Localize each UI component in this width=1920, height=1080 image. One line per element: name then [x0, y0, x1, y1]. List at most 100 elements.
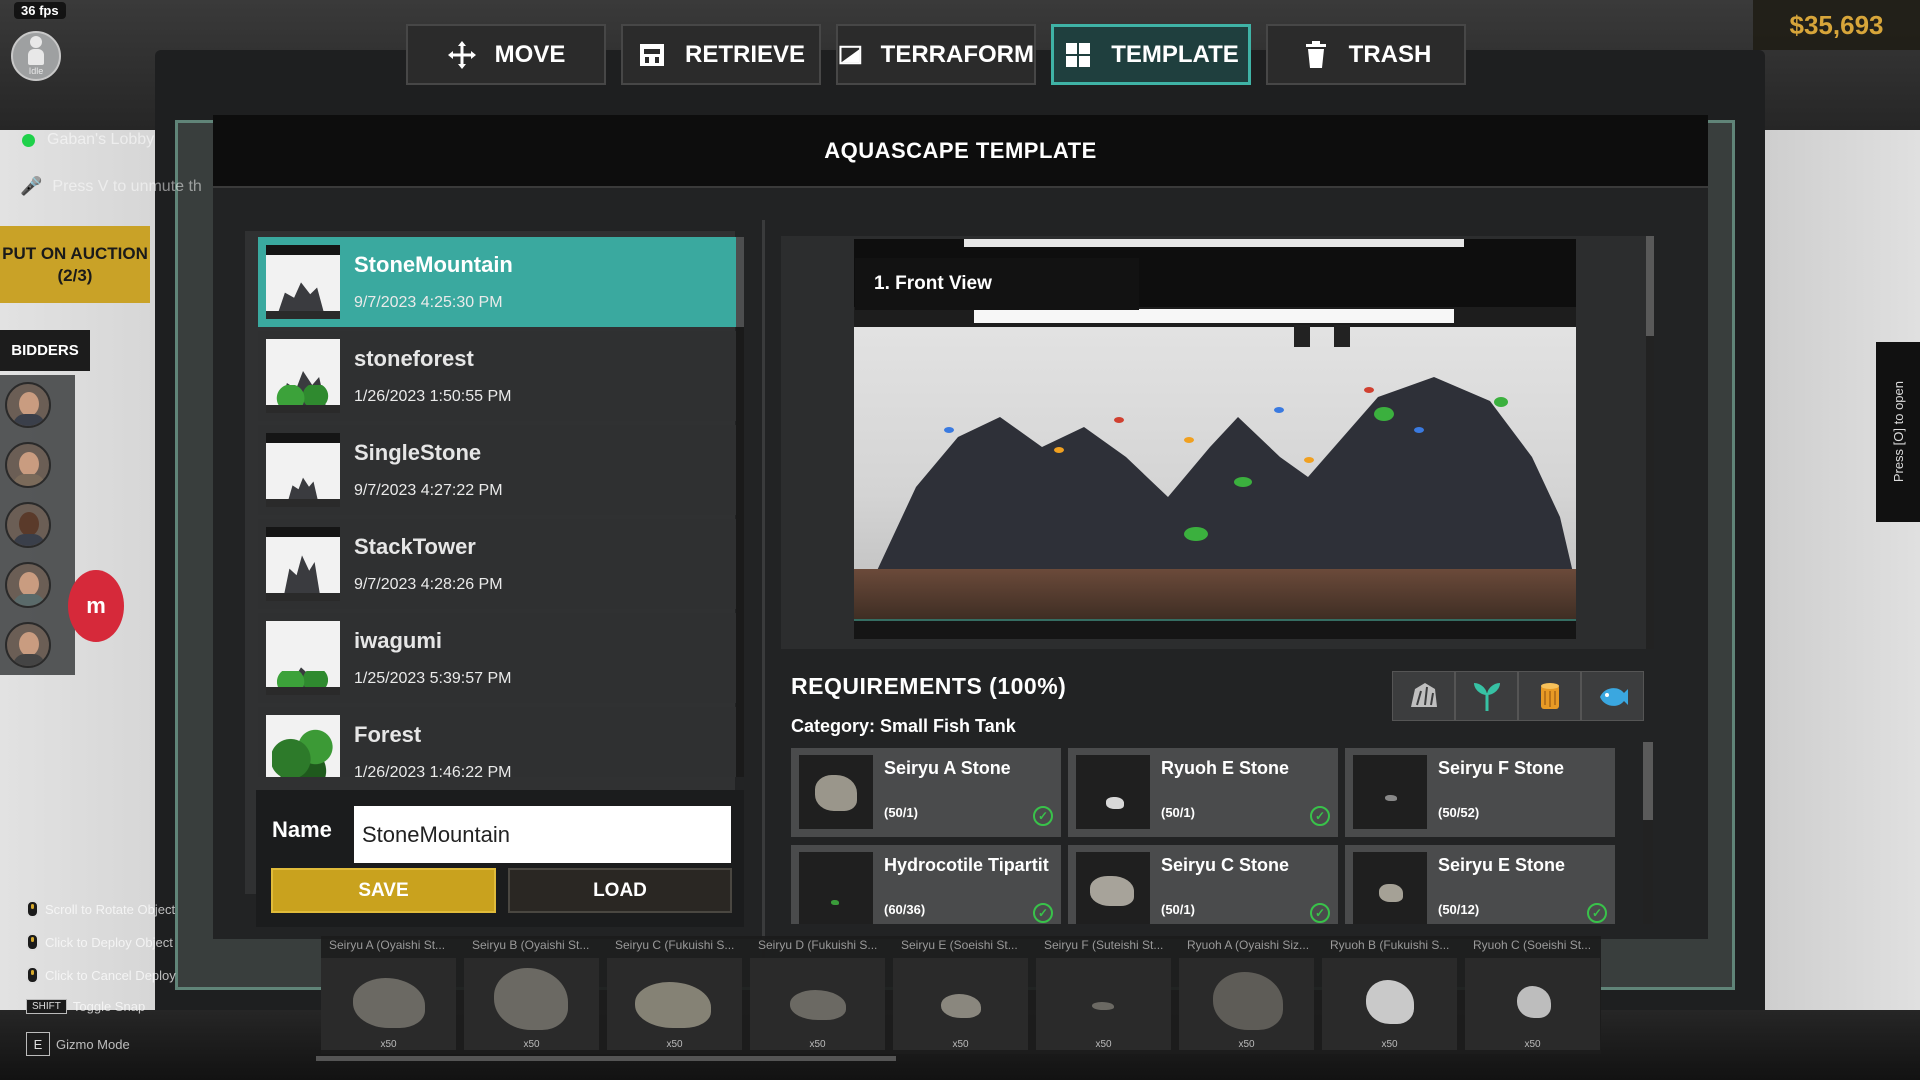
- save-button[interactable]: SAVE: [271, 868, 496, 913]
- fish-filter-button[interactable]: [1581, 671, 1644, 721]
- inventory-slot[interactable]: Seiryu D (Fukuishi S... x50: [750, 936, 885, 1054]
- template-thumbnail: [266, 621, 340, 695]
- person-body-icon: [28, 49, 44, 65]
- inventory-slot[interactable]: Seiryu A (Oyaishi St... x50: [321, 936, 456, 1054]
- item-thumbnail: [1353, 852, 1427, 924]
- shift-key-icon: SHIFT: [26, 999, 67, 1014]
- inventory-slot[interactable]: Seiryu C (Fukuishi S... x50: [607, 936, 742, 1054]
- requirement-count: (60/36): [884, 902, 926, 917]
- item-thumbnail: [1353, 755, 1427, 829]
- bidder-list: [0, 375, 75, 675]
- check-icon: ✓: [1033, 806, 1053, 826]
- template-item[interactable]: iwagumi 1/25/2023 5:39:57 PM: [258, 613, 736, 703]
- tool-label: TRASH: [1348, 40, 1432, 68]
- inventory-qty: x50: [1524, 1039, 1541, 1050]
- tool-bar: MOVE RETRIEVE TERRAFORM TEMPLATE TRASH: [406, 24, 1466, 85]
- template-name: StackTower: [354, 534, 476, 559]
- requirements-grid: Seiryu A Stone (50/1) ✓ Ryuoh E Stone (5…: [791, 748, 1641, 924]
- bidder-avatar[interactable]: [5, 382, 51, 428]
- bidder-avatar[interactable]: [5, 562, 51, 608]
- requirement-card[interactable]: Ryuoh E Stone (50/1) ✓: [1068, 748, 1338, 837]
- trash-icon: [1305, 40, 1326, 68]
- record-badge: m: [68, 570, 124, 642]
- scrollbar-thumb[interactable]: [736, 237, 744, 327]
- inventory-strip: Seiryu A (Oyaishi St... x50 Seiryu B (Oya…: [321, 936, 1601, 1054]
- wood-filter-button[interactable]: [1518, 671, 1581, 721]
- requirement-card[interactable]: Hydrocotile Tipartit (60/36) ✓: [791, 845, 1061, 924]
- requirement-card[interactable]: Seiryu A Stone (50/1) ✓: [791, 748, 1061, 837]
- tool-template-button[interactable]: TEMPLATE: [1051, 24, 1251, 85]
- stone-filter-button[interactable]: [1392, 671, 1455, 721]
- requirement-count: (50/1): [884, 805, 918, 820]
- side-panel-tab[interactable]: Press [O] to open: [1876, 342, 1920, 522]
- template-name: stoneforest: [354, 346, 474, 371]
- inventory-qty: x50: [1381, 1039, 1398, 1050]
- inventory-item-name: Ryuoh B (Fukuishi S...: [1330, 938, 1450, 952]
- view-label: 1. Front View: [855, 258, 1139, 310]
- scrollbar-thumb[interactable]: [1643, 742, 1653, 820]
- requirement-card[interactable]: Seiryu E Stone (50/12) ✓: [1345, 845, 1615, 924]
- hint-text: Click to Cancel Deploy: [45, 967, 176, 983]
- bidder-avatar[interactable]: [5, 622, 51, 668]
- player-avatar[interactable]: Idle: [11, 31, 61, 81]
- stone-filter-icon: [1410, 683, 1437, 707]
- inventory-slot[interactable]: Ryuoh C (Soeishi St... x50: [1465, 936, 1600, 1054]
- tool-trash-button[interactable]: TRASH: [1266, 24, 1466, 85]
- inventory-item-name: Seiryu A (Oyaishi St...: [329, 938, 446, 952]
- preview-scrollbar[interactable]: [1646, 236, 1654, 649]
- inventory-slot[interactable]: Seiryu E (Soeishi St... x50: [893, 936, 1028, 1054]
- requirement-card[interactable]: Seiryu F Stone (50/52): [1345, 748, 1615, 837]
- mouse-scroll-icon: [26, 900, 39, 918]
- template-item[interactable]: StoneMountain 9/7/2023 4:25:30 PM: [258, 237, 736, 327]
- template-thumbnail: [266, 433, 340, 507]
- inventory-scrollbar[interactable]: [316, 1056, 896, 1061]
- template-item[interactable]: Forest 1/26/2023 1:46:22 PM: [258, 707, 736, 777]
- inventory-qty: x50: [809, 1039, 826, 1050]
- tool-terraform-button[interactable]: TERRAFORM: [836, 24, 1036, 85]
- item-thumbnail: [799, 852, 873, 924]
- requirements-category: Category: Small Fish Tank: [791, 716, 1016, 736]
- inventory-slot[interactable]: Seiryu B (Oyaishi St... x50: [464, 936, 599, 1054]
- bidder-avatar[interactable]: [5, 442, 51, 488]
- name-label: Name: [272, 817, 332, 842]
- panel-title: AQUASCAPE TEMPLATE: [213, 115, 1708, 188]
- inventory-slot[interactable]: Ryuoh B (Fukuishi S... x50: [1322, 936, 1457, 1054]
- fish-filter-icon: [1599, 688, 1628, 706]
- requirement-name: Seiryu E Stone: [1438, 855, 1566, 875]
- check-icon: ✓: [1310, 903, 1330, 923]
- tool-move-button[interactable]: MOVE: [406, 24, 606, 85]
- requirements-scrollbar[interactable]: [1643, 742, 1653, 924]
- put-on-auction-button[interactable]: PUT ON AUCTION (2/3): [0, 226, 150, 303]
- requirement-name: Seiryu F Stone: [1438, 758, 1565, 778]
- item-thumbnail: [799, 755, 873, 829]
- bidder-avatar[interactable]: [5, 502, 51, 548]
- template-name: SingleStone: [354, 440, 482, 465]
- template-list[interactable]: StoneMountain 9/7/2023 4:25:30 PM stonefo…: [258, 237, 736, 777]
- requirement-count: (50/1): [1161, 805, 1195, 820]
- e-key-icon: E: [26, 1032, 50, 1056]
- check-icon: ✓: [1587, 903, 1607, 923]
- template-name: StoneMountain: [354, 252, 513, 277]
- template-item[interactable]: StackTower 9/7/2023 4:28:26 PM: [258, 519, 736, 609]
- template-item[interactable]: stoneforest 1/26/2023 1:50:55 PM: [258, 331, 736, 421]
- requirement-card[interactable]: Seiryu C Stone (50/1) ✓: [1068, 845, 1338, 924]
- tool-retrieve-button[interactable]: RETRIEVE: [621, 24, 821, 85]
- template-item[interactable]: SingleStone 9/7/2023 4:27:22 PM: [258, 425, 736, 515]
- idle-status: Idle: [28, 66, 44, 76]
- requirement-count: (50/1): [1161, 902, 1195, 917]
- template-grid-icon: [1066, 42, 1091, 67]
- requirement-name: Ryuoh E Stone: [1161, 758, 1290, 778]
- template-name-input[interactable]: [354, 806, 731, 863]
- hint-row: Scroll to Rotate Object: [26, 900, 175, 918]
- template-list-scrollbar[interactable]: [736, 237, 744, 777]
- inventory-slot[interactable]: Ryuoh A (Oyaishi Siz... x50: [1179, 936, 1314, 1054]
- template-thumbnail: [266, 527, 340, 601]
- plant-filter-button[interactable]: [1455, 671, 1518, 721]
- load-button[interactable]: LOAD: [508, 868, 732, 913]
- panel-divider: [762, 220, 765, 960]
- template-thumbnail: [266, 715, 340, 777]
- scrollbar-thumb[interactable]: [1646, 236, 1654, 336]
- mute-hint: 🎤 Press V to unmute th: [20, 176, 202, 197]
- inventory-slot[interactable]: Seiryu F (Suteishi St... x50: [1036, 936, 1171, 1054]
- tool-label: TERRAFORM: [880, 40, 1034, 68]
